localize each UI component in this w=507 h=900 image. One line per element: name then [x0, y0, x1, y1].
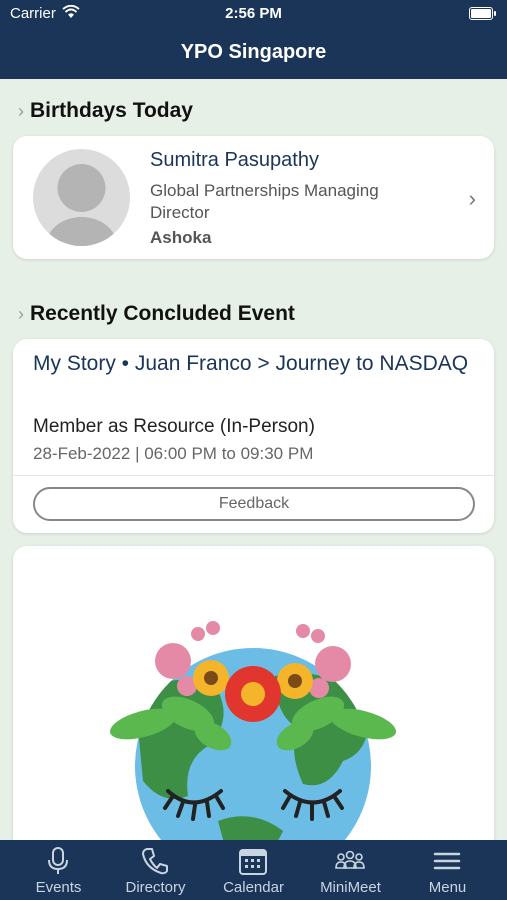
tab-label: Events — [35, 879, 82, 896]
tab-label: MiniMeet — [320, 879, 381, 896]
birthdays-section-title: Birthdays Today — [30, 99, 193, 122]
navigation-bar: YPO Singapore — [0, 28, 507, 79]
chevron-right-icon: › — [468, 186, 476, 211]
chevron-right-icon: › — [18, 304, 24, 324]
clock: 2:56 PM — [225, 5, 282, 22]
banner-card[interactable] — [13, 546, 494, 840]
event-datetime: 28-Feb-2022 | 06:00 PM to 09:30 PM — [33, 444, 314, 463]
event-type: Member as Resource (In-Person) — [33, 416, 315, 437]
tab-events[interactable]: Events — [8, 840, 109, 900]
group-icon — [335, 850, 365, 869]
tab-bar: Events Directory Calendar MiniMeet Menu — [0, 840, 507, 900]
tab-label: Menu — [428, 879, 467, 896]
earth-with-flower-crown-illustration — [109, 621, 397, 840]
event-title[interactable]: My Story • Juan Franco > Journey to NASD… — [33, 349, 473, 379]
birthdays-section-header[interactable]: › Birthdays Today — [18, 99, 193, 123]
phone-icon — [142, 848, 168, 875]
birthday-person-role: Global Partnerships Managing Director — [150, 181, 379, 222]
menu-icon — [433, 852, 461, 870]
calendar-icon — [239, 849, 267, 875]
chevron-right-icon: › — [18, 101, 24, 121]
recent-event-section-title: Recently Concluded Event — [30, 302, 295, 325]
tab-directory[interactable]: Directory — [105, 840, 206, 900]
tab-menu[interactable]: Menu — [397, 840, 498, 900]
microphone-icon — [48, 847, 68, 874]
battery-icon — [469, 7, 496, 20]
divider — [13, 475, 494, 476]
status-bar: Carrier 2:56 PM — [0, 0, 507, 28]
tab-minimeet[interactable]: MiniMeet — [300, 840, 401, 900]
event-card[interactable]: My Story • Juan Franco > Journey to NASD… — [13, 339, 494, 533]
tab-calendar[interactable]: Calendar — [203, 840, 304, 900]
tab-label: Directory — [125, 879, 186, 896]
page-title: YPO Singapore — [180, 41, 327, 63]
birthday-person-organization: Ashoka — [150, 228, 212, 247]
birthday-person-name: Sumitra Pasupathy — [150, 149, 319, 171]
tab-label: Calendar — [223, 879, 284, 896]
recent-event-section-header[interactable]: › Recently Concluded Event — [18, 302, 295, 326]
avatar — [33, 149, 130, 246]
feedback-button[interactable]: Feedback — [33, 487, 475, 521]
birthday-card[interactable]: Sumitra Pasupathy Global Partnerships Ma… — [13, 136, 494, 259]
main-content[interactable]: › Birthdays Today Sumitra Pasupathy Globa… — [0, 79, 507, 840]
